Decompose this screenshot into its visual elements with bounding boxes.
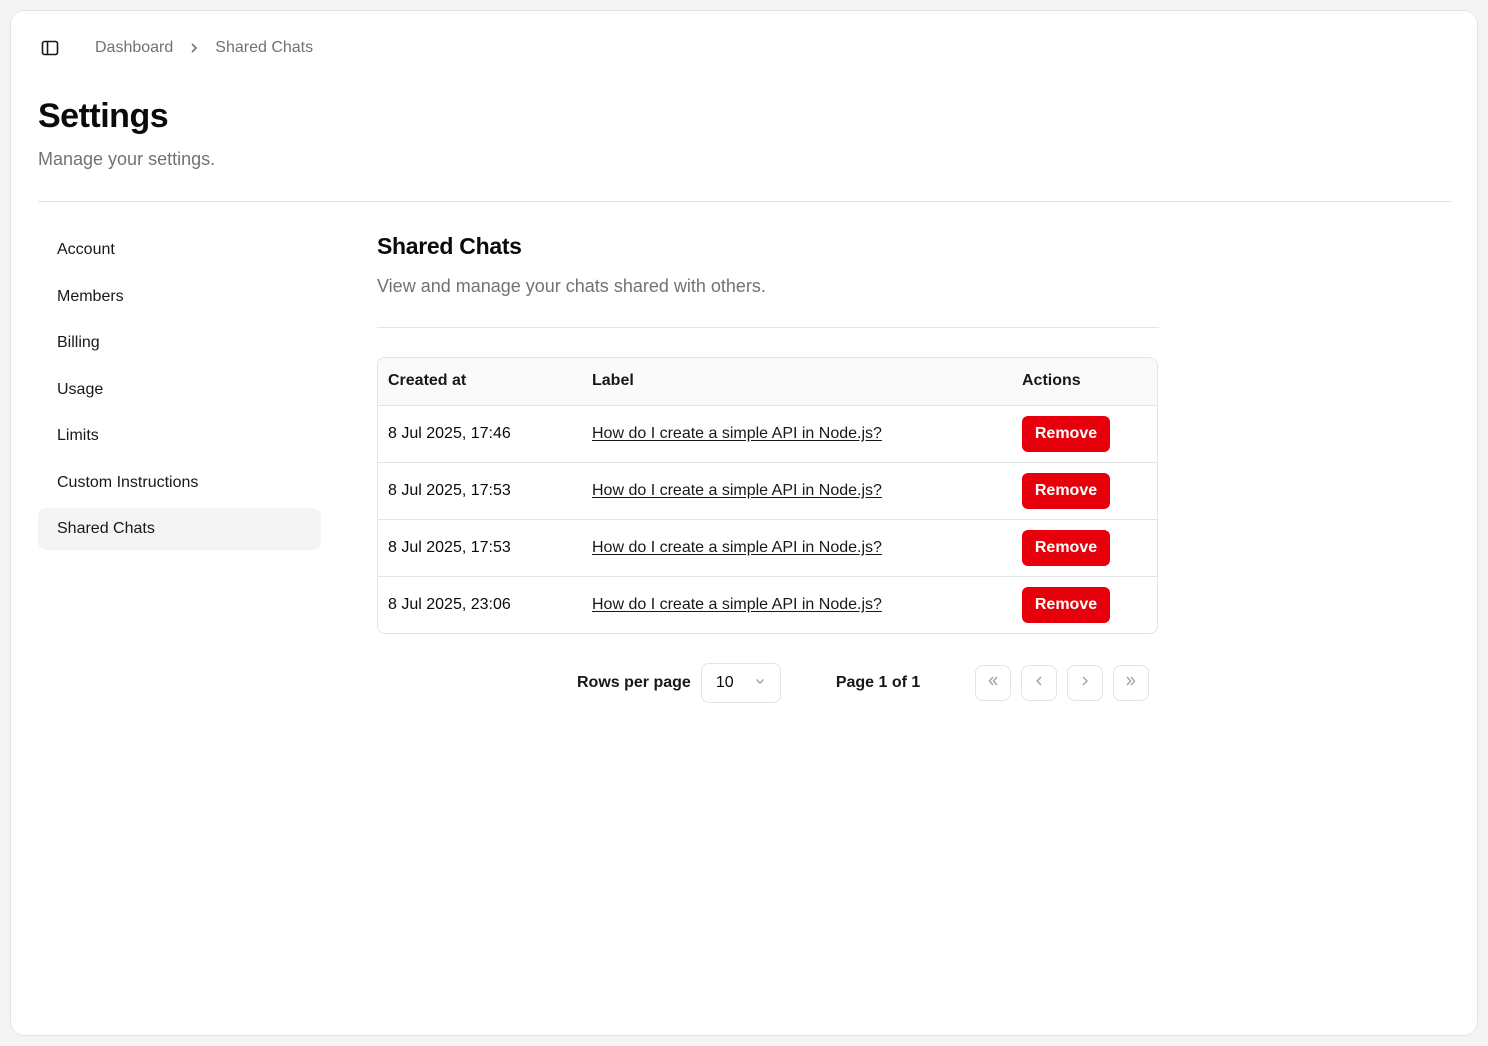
chevron-right-icon [1078,674,1092,693]
page-title: Settings [38,97,169,135]
page-subtitle: Manage your settings. [38,149,216,169]
table-row: 8 Jul 2025, 17:53 How do I create a simp… [378,519,1157,576]
chevrons-left-icon [986,674,1000,693]
sidebar-item-label: Account [57,241,115,258]
remove-button[interactable]: Remove [1022,586,1110,623]
previous-page-button[interactable] [1021,665,1058,701]
created-at-cell: 8 Jul 2025, 23:06 [388,595,511,613]
shared-chats-table: Created at Label Actions 8 Jul 2025, 17:… [377,357,1158,634]
table-row: 8 Jul 2025, 17:46 How do I create a simp… [378,405,1157,462]
sidebar-item-usage[interactable]: Usage [38,369,321,411]
settings-nav: Account Members Billing Usage Limits Cus… [38,229,321,555]
column-header-actions: Actions [1022,372,1081,390]
chat-link[interactable]: How do I create a simple API in Node.js? [592,539,882,556]
table-row: 8 Jul 2025, 17:53 How do I create a simp… [378,462,1157,519]
pagination: Rows per page 10 Page 1 of 1 [577,663,1150,703]
pagination-buttons [975,665,1150,701]
remove-button[interactable]: Remove [1022,415,1110,452]
table-row: 8 Jul 2025, 23:06 How do I create a simp… [378,576,1157,633]
column-header-created-at: Created at [388,372,467,390]
chat-link[interactable]: How do I create a simple API in Node.js? [592,482,882,499]
section-title: Shared Chats [377,233,522,259]
table-header-row: Created at Label Actions [378,358,1157,405]
rows-per-page-value: 10 [715,674,734,691]
sidebar-item-custom-instructions[interactable]: Custom Instructions [38,462,321,504]
top-bar: Dashboard Shared Chats [39,37,313,59]
rows-per-page-label: Rows per page [577,674,691,691]
section-description: View and manage your chats shared with o… [377,276,766,296]
chat-link[interactable]: How do I create a simple API in Node.js? [592,596,882,613]
last-page-button[interactable] [1113,665,1150,701]
sidebar-item-label: Limits [57,427,99,444]
sidebar-item-account[interactable]: Account [38,229,321,271]
sidebar-item-members[interactable]: Members [38,276,321,318]
first-page-button[interactable] [975,665,1012,701]
page-info: Page 1 of 1 [835,674,921,691]
sidebar-item-label: Custom Instructions [57,473,199,491]
sidebar-item-shared-chats[interactable]: Shared Chats [38,508,321,550]
chat-link[interactable]: How do I create a simple API in Node.js? [592,425,882,442]
sidebar-item-label: Billing [57,334,100,351]
chevron-down-icon [754,674,766,692]
divider [377,327,1159,328]
rows-per-page-select[interactable]: 10 [700,663,781,703]
created-at-cell: 8 Jul 2025, 17:53 [388,538,511,556]
sidebar-item-billing[interactable]: Billing [38,322,321,364]
created-at-cell: 8 Jul 2025, 17:46 [388,424,511,442]
divider [38,201,1452,202]
chevrons-right-icon [1124,674,1138,693]
sidebar-toggle-icon[interactable] [39,37,61,59]
chevron-right-icon [189,42,199,54]
next-page-button[interactable] [1067,665,1104,701]
app-frame: Dashboard Shared Chats Settings Manage y… [10,10,1478,1036]
column-header-label: Label [592,372,634,390]
shared-chats-section: Shared Chats View and manage your chats … [377,233,1159,328]
remove-button[interactable]: Remove [1022,529,1110,566]
created-at-cell: 8 Jul 2025, 17:53 [388,481,511,499]
breadcrumb-dashboard[interactable]: Dashboard [95,39,173,57]
chevron-left-icon [1032,674,1046,693]
sidebar-item-label: Usage [57,380,104,398]
remove-button[interactable]: Remove [1022,472,1110,509]
breadcrumb: Dashboard Shared Chats [95,39,313,57]
breadcrumb-current: Shared Chats [215,39,314,56]
sidebar-item-limits[interactable]: Limits [38,415,321,457]
sidebar-item-label: Shared Chats [57,520,155,537]
sidebar-item-label: Members [57,287,124,305]
